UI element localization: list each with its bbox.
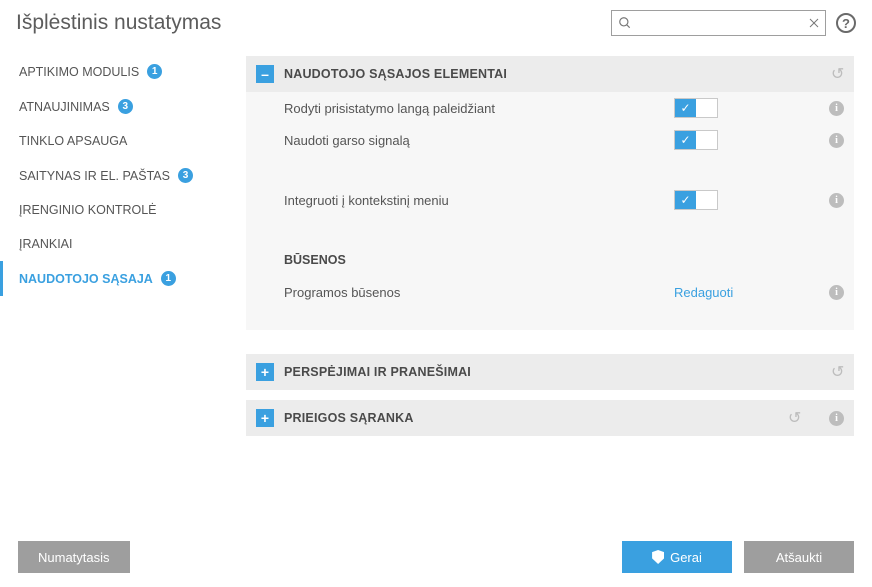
sidebar-item-web-email[interactable]: SAITYNAS IR EL. PAŠTAS 3 <box>0 158 246 193</box>
page-title: Išplėstinis nustatymas <box>16 11 221 35</box>
sidebar-item-label: ĮRANKIAI <box>19 237 73 251</box>
toggle-splash[interactable]: ✓ <box>674 98 718 118</box>
undo-icon[interactable]: ↻ <box>831 362 844 382</box>
section-header-alerts[interactable]: + PERSPĖJIMAI IR PRANEŠIMAI ↻ <box>246 354 854 390</box>
section-header-access[interactable]: + PRIEIGOS SĄRANKA ↻ i <box>246 400 854 436</box>
content: – NAUDOTOJO SĄSAJOS ELEMENTAI ↻ Rodyti p… <box>246 42 872 527</box>
edit-link[interactable]: Redaguoti <box>674 285 733 300</box>
button-label: Numatytasis <box>38 550 110 565</box>
section-title: NAUDOTOJO SĄSAJOS ELEMENTAI <box>284 67 821 81</box>
info-icon[interactable]: i <box>829 285 844 300</box>
panel-access: + PRIEIGOS SĄRANKA ↻ i <box>246 400 854 436</box>
help-icon[interactable]: ? <box>836 13 856 33</box>
gap <box>246 308 854 330</box>
shield-icon <box>652 550 664 564</box>
badge-icon: 3 <box>118 99 133 114</box>
sidebar-item-user-interface[interactable]: NAUDOTOJO SĄSAJA 1 <box>0 261 246 296</box>
subheader-statuses: BŪSENOS <box>246 244 854 276</box>
expand-icon[interactable]: + <box>256 409 274 427</box>
button-label: Gerai <box>670 550 702 565</box>
row-label: Rodyti prisistatymo langą paleidžiant <box>284 101 674 116</box>
default-button[interactable]: Numatytasis <box>18 541 130 573</box>
ok-button[interactable]: Gerai <box>622 541 732 573</box>
check-icon: ✓ <box>675 131 696 149</box>
expand-icon[interactable]: + <box>256 363 274 381</box>
row-context-menu: Integruoti į kontekstinį meniu ✓ i <box>246 184 854 216</box>
undo-icon[interactable]: ↻ <box>788 408 801 428</box>
button-label: Atšaukti <box>776 550 822 565</box>
badge-icon: 1 <box>161 271 176 286</box>
sidebar-item-label: TINKLO APSAUGA <box>19 134 127 148</box>
panel-alerts: + PERSPĖJIMAI IR PRANEŠIMAI ↻ <box>246 354 854 390</box>
undo-icon[interactable]: ↻ <box>831 64 844 84</box>
info-icon[interactable]: i <box>829 101 844 116</box>
section-header-ui: – NAUDOTOJO SĄSAJOS ELEMENTAI ↻ <box>246 56 854 92</box>
panel-ui-elements: – NAUDOTOJO SĄSAJOS ELEMENTAI ↻ Rodyti p… <box>246 56 854 330</box>
sidebar-item-label: NAUDOTOJO SĄSAJA <box>19 272 153 286</box>
row-label: Integruoti į kontekstinį meniu <box>284 193 674 208</box>
info-icon[interactable]: i <box>829 133 844 148</box>
check-icon: ✓ <box>675 191 696 209</box>
info-icon[interactable]: i <box>829 411 844 426</box>
badge-icon: 3 <box>178 168 193 183</box>
row-label: Naudoti garso signalą <box>284 133 674 148</box>
row-label: Programos būsenos <box>284 285 674 300</box>
check-icon: ✓ <box>675 99 696 117</box>
sidebar-item-update[interactable]: ATNAUJINIMAS 3 <box>0 89 246 124</box>
toggle-context[interactable]: ✓ <box>674 190 718 210</box>
body: APTIKIMO MODULIS 1 ATNAUJINIMAS 3 TINKLO… <box>0 42 872 527</box>
sidebar-item-device-control[interactable]: ĮRENGINIO KONTROLĖ <box>0 193 246 227</box>
gap <box>246 156 854 184</box>
toggle-sound[interactable]: ✓ <box>674 130 718 150</box>
sidebar-item-tools[interactable]: ĮRANKIAI <box>0 227 246 261</box>
header: Išplėstinis nustatymas ? <box>0 0 872 42</box>
search-icon <box>618 16 632 30</box>
collapse-icon[interactable]: – <box>256 65 274 83</box>
row-splash: Rodyti prisistatymo langą paleidžiant ✓ … <box>246 92 854 124</box>
section-title: PRIEIGOS SĄRANKA <box>284 411 778 425</box>
sidebar-item-network[interactable]: TINKLO APSAUGA <box>0 124 246 158</box>
row-program-statuses: Programos būsenos Redaguoti i <box>246 276 854 308</box>
sidebar-item-label: APTIKIMO MODULIS <box>19 65 139 79</box>
gap <box>246 216 854 244</box>
sidebar-item-label: SAITYNAS IR EL. PAŠTAS <box>19 169 170 183</box>
footer: Numatytasis Gerai Atšaukti <box>0 529 872 587</box>
sidebar: APTIKIMO MODULIS 1 ATNAUJINIMAS 3 TINKLO… <box>0 42 246 527</box>
row-sound: Naudoti garso signalą ✓ i <box>246 124 854 156</box>
header-right: ? <box>611 10 856 36</box>
clear-icon[interactable] <box>808 17 820 29</box>
search-box[interactable] <box>611 10 826 36</box>
badge-icon: 1 <box>147 64 162 79</box>
search-input[interactable] <box>632 16 808 31</box>
cancel-button[interactable]: Atšaukti <box>744 541 854 573</box>
info-icon[interactable]: i <box>829 193 844 208</box>
sidebar-item-detection[interactable]: APTIKIMO MODULIS 1 <box>0 54 246 89</box>
sidebar-item-label: ATNAUJINIMAS <box>19 100 110 114</box>
sidebar-item-label: ĮRENGINIO KONTROLĖ <box>19 203 157 217</box>
section-title: PERSPĖJIMAI IR PRANEŠIMAI <box>284 365 821 379</box>
